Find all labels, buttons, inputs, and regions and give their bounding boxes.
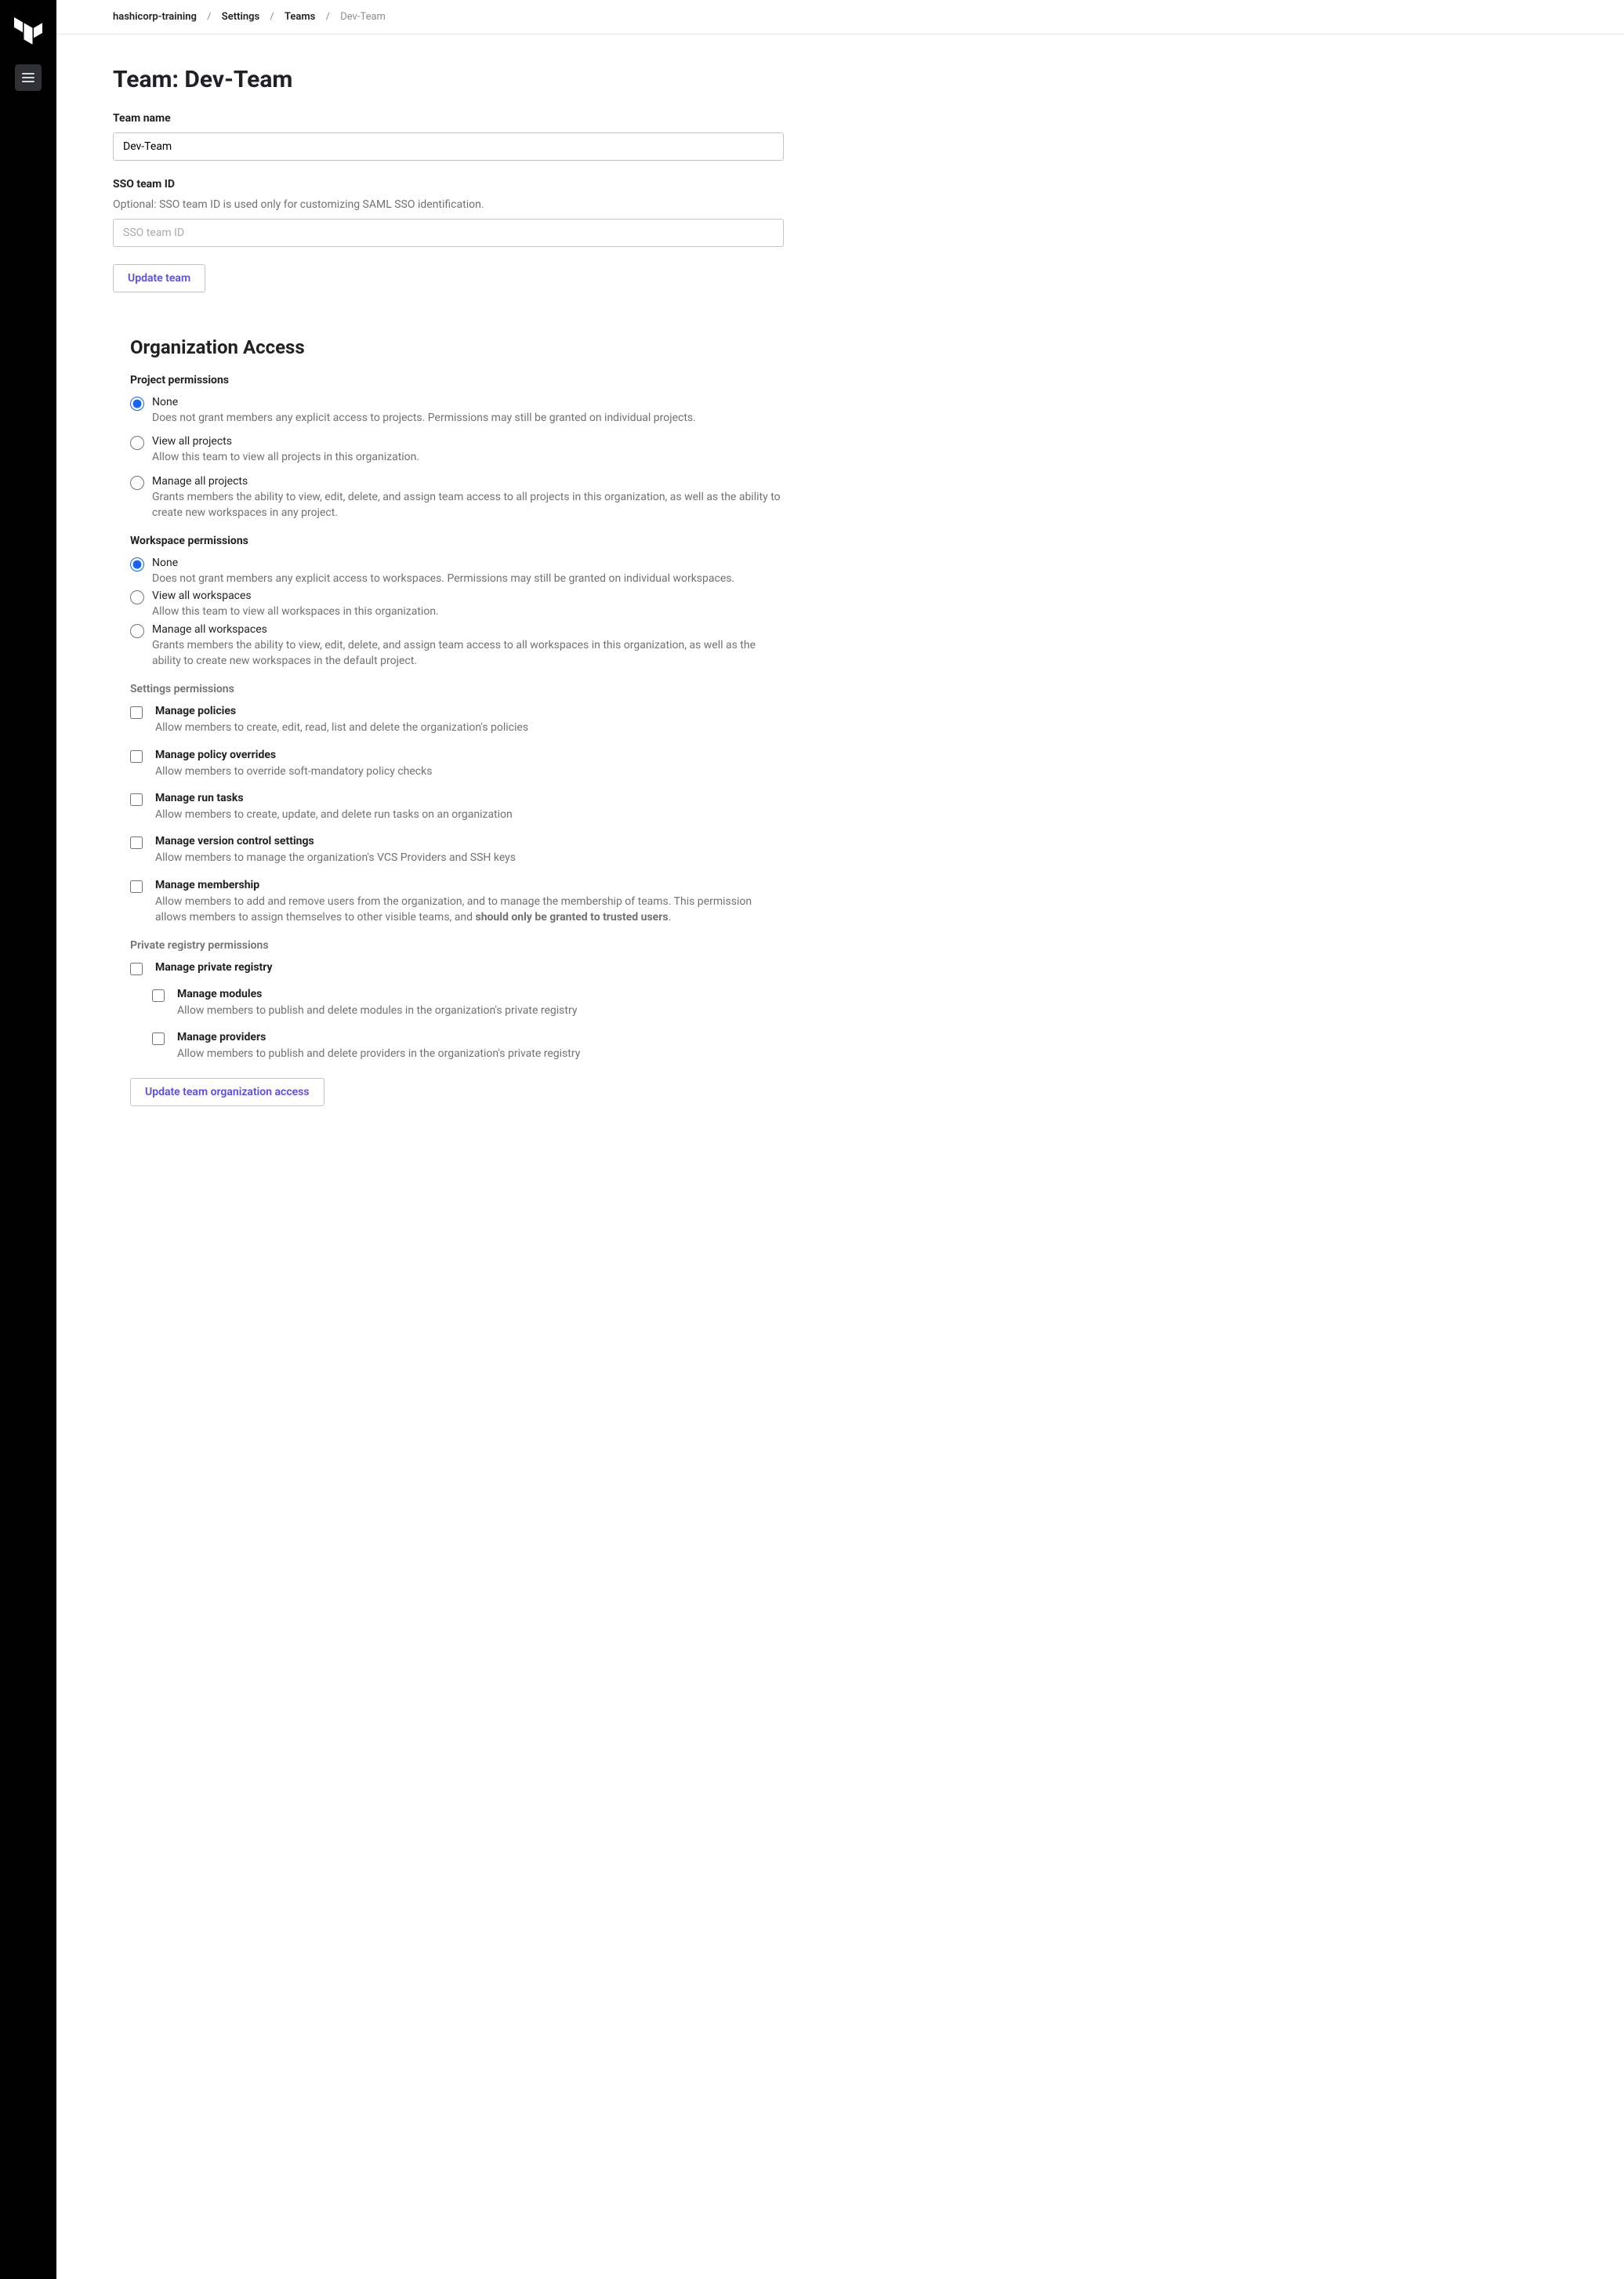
project-perm-view-radio[interactable]: [130, 436, 144, 450]
workspace-perm-view-radio[interactable]: [130, 590, 144, 604]
breadcrumb-current: Dev-Team: [340, 11, 386, 23]
manage-modules-desc: Allow members to publish and delete modu…: [177, 1003, 577, 1018]
menu-button[interactable]: [15, 64, 42, 91]
manage-vcs-label: Manage version control settings: [155, 835, 516, 847]
manage-policy-overrides-desc: Allow members to override soft-mandatory…: [155, 764, 432, 779]
project-perm-none-label: None: [152, 396, 696, 408]
workspace-perm-view-label: View all workspaces: [152, 590, 439, 602]
manage-providers-desc: Allow members to publish and delete prov…: [177, 1046, 580, 1061]
manage-membership-checkbox[interactable]: [130, 880, 143, 893]
breadcrumb-separator: /: [326, 11, 330, 23]
manage-modules-label: Manage modules: [177, 988, 577, 1000]
workspace-perm-none-radio[interactable]: [130, 557, 144, 572]
project-perm-manage-desc: Grants members the ability to view, edit…: [152, 489, 784, 521]
manage-providers-checkbox[interactable]: [152, 1032, 165, 1045]
workspace-perm-view-desc: Allow this team to view all workspaces i…: [152, 604, 439, 619]
update-team-org-access-button[interactable]: Update team organization access: [130, 1078, 324, 1106]
manage-run-tasks-checkbox[interactable]: [130, 793, 143, 806]
terraform-logo-icon: [14, 14, 42, 45]
sso-help-text: Optional: SSO team ID is used only for c…: [113, 198, 784, 211]
update-team-button[interactable]: Update team: [113, 264, 205, 292]
page-title: Team: Dev-Team: [113, 66, 784, 93]
breadcrumb-org[interactable]: hashicorp-training: [113, 11, 197, 23]
breadcrumb-separator: /: [270, 11, 274, 23]
manage-membership-desc: Allow members to add and remove users fr…: [155, 894, 784, 926]
manage-providers-label: Manage providers: [177, 1031, 580, 1043]
manage-policy-overrides-checkbox[interactable]: [130, 750, 143, 763]
project-perm-none-radio[interactable]: [130, 397, 144, 411]
team-name-input[interactable]: [113, 132, 784, 161]
project-perm-manage-radio[interactable]: [130, 476, 144, 490]
manage-private-registry-checkbox[interactable]: [130, 963, 143, 975]
sso-label: SSO team ID: [113, 178, 784, 191]
project-perm-manage-label: Manage all projects: [152, 475, 784, 488]
manage-private-registry-label: Manage private registry: [155, 961, 273, 974]
manage-policy-overrides-label: Manage policy overrides: [155, 749, 432, 761]
manage-policies-checkbox[interactable]: [130, 706, 143, 719]
breadcrumb: hashicorp-training / Settings / Teams / …: [56, 0, 1624, 34]
workspace-perm-manage-radio[interactable]: [130, 624, 144, 638]
project-perm-view-desc: Allow this team to view all projects in …: [152, 449, 419, 465]
project-perm-view-label: View all projects: [152, 435, 419, 448]
manage-run-tasks-label: Manage run tasks: [155, 792, 513, 804]
breadcrumb-teams[interactable]: Teams: [285, 11, 315, 23]
project-perm-none-desc: Does not grant members any explicit acce…: [152, 410, 696, 426]
breadcrumb-separator: /: [207, 11, 211, 23]
sso-input[interactable]: [113, 219, 784, 247]
breadcrumb-settings[interactable]: Settings: [222, 11, 259, 23]
workspace-permissions-heading: Workspace permissions: [130, 535, 784, 547]
project-permissions-heading: Project permissions: [130, 374, 784, 386]
manage-membership-label: Manage membership: [155, 879, 784, 891]
manage-vcs-desc: Allow members to manage the organization…: [155, 850, 516, 866]
hamburger-icon: [22, 73, 34, 82]
registry-permissions-heading: Private registry permissions: [130, 939, 784, 952]
manage-modules-checkbox[interactable]: [152, 989, 165, 1002]
manage-policies-desc: Allow members to create, edit, read, lis…: [155, 720, 528, 735]
sidebar: [0, 0, 56, 2279]
main: hashicorp-training / Settings / Teams / …: [56, 0, 1624, 2279]
settings-permissions-heading: Settings permissions: [130, 683, 784, 695]
manage-policies-label: Manage policies: [155, 705, 528, 717]
workspace-perm-none-label: None: [152, 557, 734, 569]
team-name-label: Team name: [113, 112, 784, 125]
manage-run-tasks-desc: Allow members to create, update, and del…: [155, 807, 513, 822]
workspace-perm-none-desc: Does not grant members any explicit acce…: [152, 571, 734, 586]
org-access-heading: Organization Access: [113, 336, 784, 358]
workspace-perm-manage-label: Manage all workspaces: [152, 623, 784, 636]
workspace-perm-manage-desc: Grants members the ability to view, edit…: [152, 637, 784, 670]
manage-vcs-checkbox[interactable]: [130, 836, 143, 849]
